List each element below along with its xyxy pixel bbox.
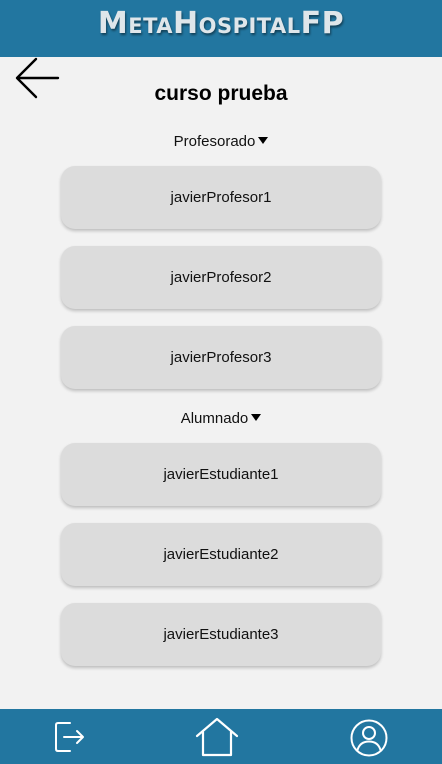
student-card[interactable]: javierEstudiante1 (61, 443, 381, 506)
home-button[interactable] (194, 716, 240, 758)
teachers-section-label: Profesorado (173, 132, 256, 150)
teacher-card[interactable]: javierProfesor3 (61, 326, 381, 389)
home-icon (195, 717, 239, 757)
student-card[interactable]: javierEstudiante2 (61, 523, 381, 586)
student-name: javierEstudiante2 (163, 546, 279, 563)
teachers-section-toggle[interactable]: Profesorado (0, 130, 442, 152)
teacher-card[interactable]: javierProfesor2 (61, 246, 381, 309)
caret-down-icon (258, 136, 269, 144)
teacher-name: javierProfesor1 (170, 189, 272, 206)
students-section-label: Alumnado (180, 409, 249, 427)
logout-button[interactable] (53, 717, 87, 757)
student-name: javierEstudiante1 (163, 466, 279, 483)
teacher-name: javierProfesor2 (170, 269, 272, 286)
bottom-nav (0, 709, 442, 764)
page-title: curso prueba (154, 82, 288, 105)
app-title: MetaHospitalFP (97, 6, 345, 41)
teacher-name: javierProfesor3 (170, 349, 272, 366)
students-section-toggle[interactable]: Alumnado (0, 407, 442, 429)
teacher-card[interactable]: javierProfesor1 (61, 166, 381, 229)
profile-button[interactable] (349, 718, 389, 758)
user-circle-icon (350, 719, 388, 757)
student-name: javierEstudiante3 (163, 626, 279, 643)
logout-icon (55, 722, 84, 752)
caret-down-icon (251, 413, 262, 421)
student-card[interactable]: javierEstudiante3 (61, 603, 381, 666)
app-header: MetaHospitalFP (0, 0, 442, 57)
